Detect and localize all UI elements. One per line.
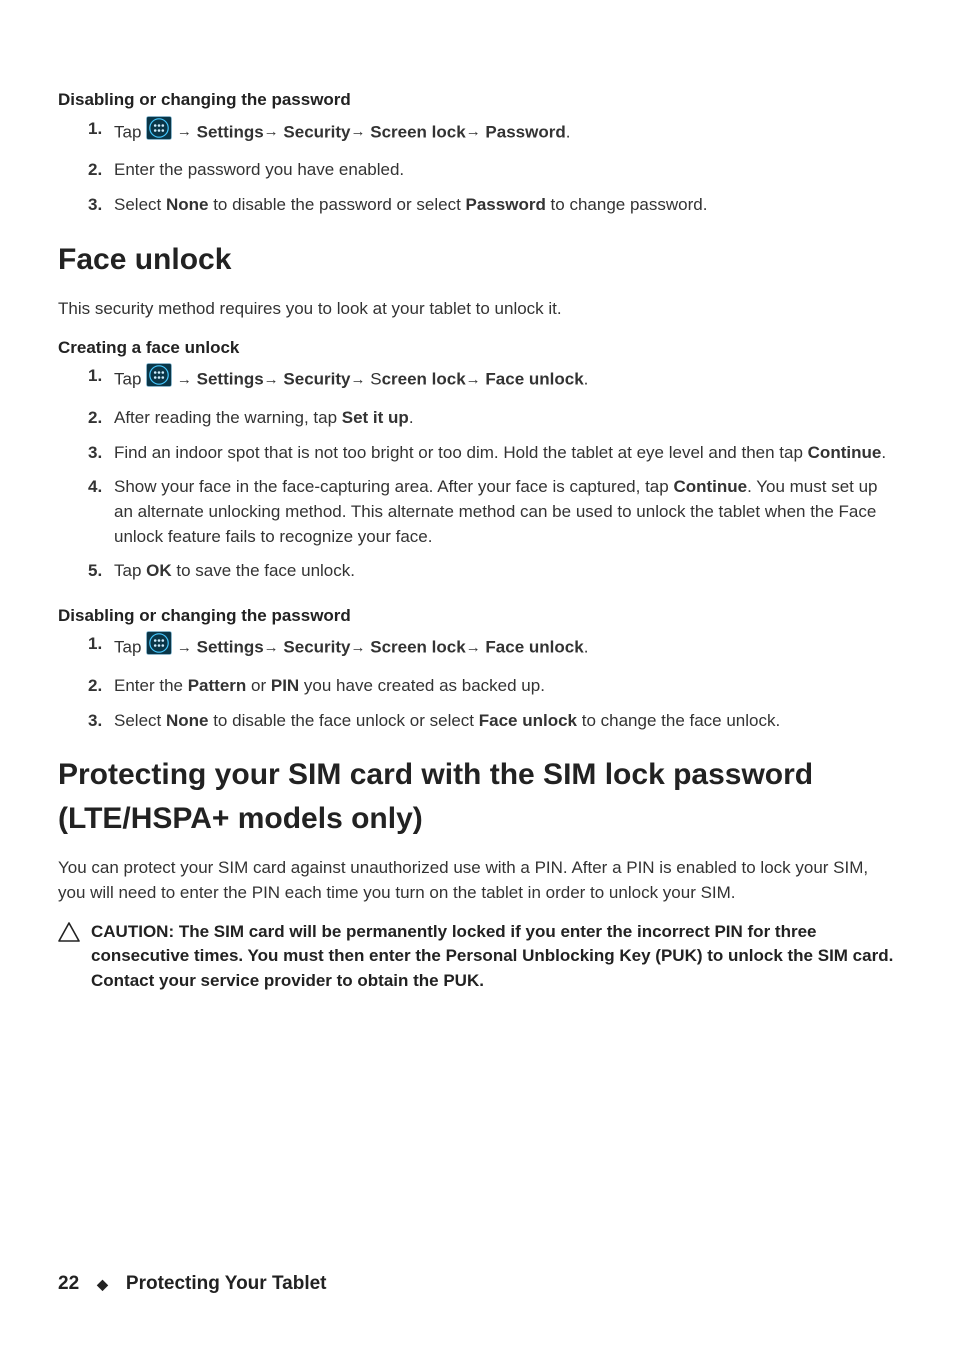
- arrow-icon: →: [351, 371, 366, 388]
- face-unlock-intro: This security method requires you to loo…: [58, 297, 896, 322]
- bold-text: Security: [283, 370, 350, 389]
- bold-text: Pattern: [188, 676, 247, 695]
- list-item: 2. Enter the Pattern or PIN you have crea…: [58, 674, 896, 699]
- list-item: 1.Tap → Settings→ Security→ Screen lock→…: [58, 632, 896, 664]
- bold-text: None: [166, 195, 209, 214]
- caution-text: CAUTION: The SIM card will be permanentl…: [91, 920, 896, 994]
- page-content: Disabling or changing the password 1.Tap…: [0, 0, 954, 1354]
- page-number: 22: [58, 1270, 79, 1298]
- step-number: 3.: [88, 193, 106, 218]
- arrow-icon: →: [264, 123, 279, 140]
- bold-text: Settings: [197, 122, 264, 141]
- step-number: 1.: [88, 364, 106, 396]
- footer-section-title: Protecting Your Tablet: [126, 1270, 327, 1298]
- bold-text: Password: [485, 122, 565, 141]
- step-body: Enter the Pattern or PIN you have create…: [114, 674, 896, 699]
- step-number: 5.: [88, 559, 106, 584]
- bold-text: None: [166, 711, 209, 730]
- list-item: 1.Tap → Settings→ Security→ Screen lock→…: [58, 117, 896, 149]
- step-number: 2.: [88, 406, 106, 431]
- steps-disable-password: 1.Tap → Settings→ Security→ Screen lock→…: [58, 117, 896, 218]
- subheading-creating-face-unlock: Creating a face unlock: [58, 336, 896, 361]
- arrow-icon: →: [177, 371, 192, 388]
- bold-text: Face unlock: [479, 711, 577, 730]
- bold-text: Password: [466, 195, 546, 214]
- bold-text: Face unlock: [485, 370, 583, 389]
- list-item: 3. Select None to disable the password or…: [58, 193, 896, 218]
- apps-icon: [146, 363, 172, 395]
- list-item: 5. Tap OK to save the face unlock.: [58, 559, 896, 584]
- arrow-icon: →: [177, 639, 192, 656]
- arrow-icon: →: [177, 123, 192, 140]
- page-footer: 22 ◆ Protecting Your Tablet: [58, 1270, 327, 1298]
- apps-icon: [146, 116, 172, 148]
- bold-text: Continue: [808, 443, 882, 462]
- bold-text: OK: [146, 561, 172, 580]
- caution-block: CAUTION: The SIM card will be permanentl…: [58, 920, 896, 994]
- bold-text: Security: [283, 638, 350, 657]
- step-body: Enter the password you have enabled.: [114, 158, 896, 183]
- bold-text: Security: [283, 122, 350, 141]
- arrow-icon: →: [351, 123, 366, 140]
- bold-text: Settings: [197, 638, 264, 657]
- steps-disabling-face-unlock: 1.Tap → Settings→ Security→ Screen lock→…: [58, 632, 896, 733]
- step-number: 1.: [88, 632, 106, 664]
- step-number: 2.: [88, 158, 106, 183]
- step-body: Tap → Settings→ Security→ Screen lock→ P…: [114, 117, 896, 149]
- bold-text: Screen lock: [370, 122, 465, 141]
- list-item: 3. Find an indoor spot that is not too br…: [58, 441, 896, 466]
- caution-icon: [58, 920, 81, 994]
- step-body: Select None to disable the face unlock o…: [114, 709, 896, 734]
- bold-text: Screen lock: [370, 638, 465, 657]
- list-item: 3. Select None to disable the face unlock…: [58, 709, 896, 734]
- step-body: Show your face in the face-capturing are…: [114, 475, 896, 549]
- step-body: After reading the warning, tap Set it up…: [114, 406, 896, 431]
- sim-lock-intro: You can protect your SIM card against un…: [58, 856, 896, 905]
- subheading-disable-password: Disabling or changing the password: [58, 88, 896, 113]
- step-number: 1.: [88, 117, 106, 149]
- subheading-disabling-face-unlock: Disabling or changing the password: [58, 604, 896, 629]
- step-number: 3.: [88, 709, 106, 734]
- step-body: Select None to disable the password or s…: [114, 193, 896, 218]
- step-number: 4.: [88, 475, 106, 549]
- list-item: 4.Show your face in the face-capturing a…: [58, 475, 896, 549]
- bold-text: Settings: [197, 370, 264, 389]
- apps-icon: [146, 631, 172, 663]
- heading-sim-lock: Protecting your SIM card with the SIM lo…: [58, 753, 896, 840]
- arrow-icon: →: [264, 371, 279, 388]
- bold-text: Set it up: [342, 408, 409, 427]
- step-number: 3.: [88, 441, 106, 466]
- bold-text: Face unlock: [485, 638, 583, 657]
- bold-text: creen lock: [382, 370, 466, 389]
- arrow-icon: →: [466, 123, 481, 140]
- bold-text: PIN: [271, 676, 299, 695]
- step-body: Tap → Settings→ Security→ Screen lock→ F…: [114, 632, 896, 664]
- arrow-icon: →: [466, 639, 481, 656]
- arrow-icon: →: [264, 639, 279, 656]
- list-item: 1.Tap → Settings→ Security→ Screen lock→…: [58, 364, 896, 396]
- arrow-icon: →: [351, 639, 366, 656]
- arrow-icon: →: [466, 371, 481, 388]
- heading-face-unlock: Face unlock: [58, 238, 896, 282]
- list-item: 2. Enter the password you have enabled.: [58, 158, 896, 183]
- step-body: Tap OK to save the face unlock.: [114, 559, 896, 584]
- list-item: 2. After reading the warning, tap Set it …: [58, 406, 896, 431]
- bold-text: Continue: [673, 477, 747, 496]
- step-body: Tap → Settings→ Security→ Screen lock→ F…: [114, 364, 896, 396]
- step-body: Find an indoor spot that is not too brig…: [114, 441, 896, 466]
- steps-creating-face-unlock: 1.Tap → Settings→ Security→ Screen lock→…: [58, 364, 896, 583]
- step-number: 2.: [88, 674, 106, 699]
- footer-diamond-icon: ◆: [97, 1274, 108, 1294]
